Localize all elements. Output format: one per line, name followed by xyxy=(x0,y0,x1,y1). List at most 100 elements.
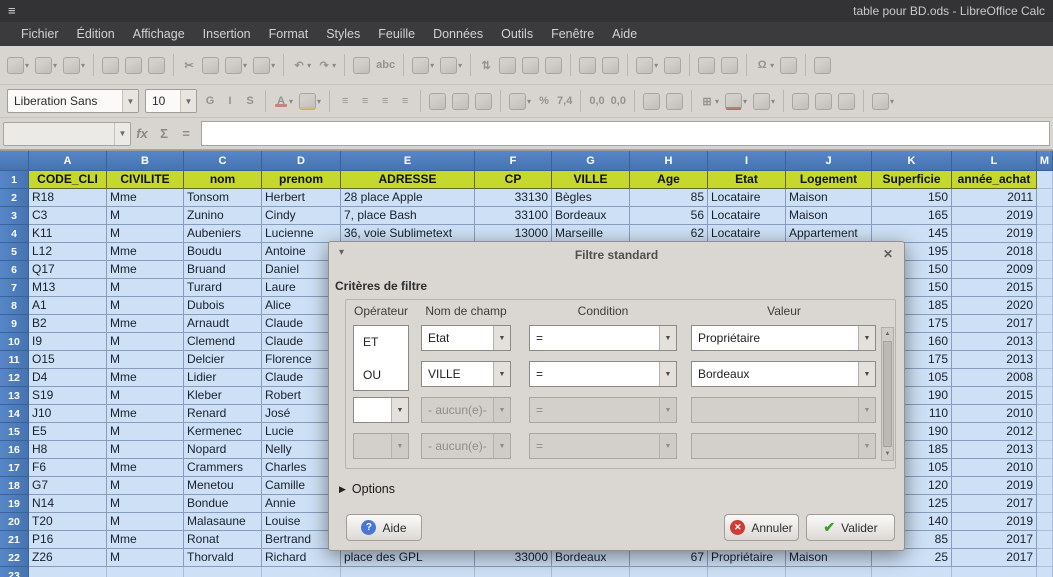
sort-icon[interactable]: ⇅ xyxy=(477,57,495,74)
cell[interactable]: M xyxy=(107,351,184,369)
row-header-9[interactable]: 9 xyxy=(0,315,29,333)
column-header-e[interactable]: E xyxy=(341,151,475,171)
row-header-20[interactable]: 20 xyxy=(0,513,29,531)
table-header-cell[interactable]: CP xyxy=(475,171,552,189)
cell[interactable] xyxy=(1037,567,1053,577)
center-vertically-icon[interactable] xyxy=(813,91,834,112)
cell[interactable]: 7, place Bash xyxy=(341,207,475,225)
underline-icon[interactable]: S xyxy=(241,93,259,109)
operator-option-et[interactable]: ET xyxy=(354,326,408,359)
name-box[interactable]: ▼ xyxy=(3,122,131,146)
cell[interactable]: 150 xyxy=(872,189,952,207)
add-decimal-icon[interactable]: 0,0 xyxy=(587,93,606,109)
cell[interactable]: 33130 xyxy=(475,189,552,207)
row-header-12[interactable]: 12 xyxy=(0,369,29,387)
cell[interactable] xyxy=(1037,315,1053,333)
formula-icon[interactable]: = xyxy=(175,126,197,141)
print-icon[interactable] xyxy=(123,55,144,76)
scrollbar-thumb[interactable] xyxy=(883,341,892,447)
sum-icon[interactable]: Σ xyxy=(153,126,175,141)
field-select-row1[interactable]: Etat▼ xyxy=(421,325,511,351)
condition-select-row2[interactable]: =▼ xyxy=(529,361,677,387)
cut-icon[interactable]: ✂ xyxy=(180,57,198,74)
cell[interactable]: M xyxy=(107,207,184,225)
align-top-icon[interactable] xyxy=(790,91,811,112)
cell[interactable]: Kermenec xyxy=(184,423,262,441)
condition-select-row3[interactable]: =▼ xyxy=(529,397,677,423)
cell[interactable]: 2019 xyxy=(952,477,1037,495)
row-header-6[interactable]: 6 xyxy=(0,261,29,279)
cell[interactable]: Maison xyxy=(786,189,872,207)
menu-item-3[interactable]: Insertion xyxy=(194,22,260,46)
dialog-title-bar[interactable]: Filtre standard xyxy=(329,242,904,268)
cell[interactable]: 2017 xyxy=(952,531,1037,549)
column-header-c[interactable]: C xyxy=(184,151,262,171)
field-select-row2[interactable]: VILLE▼ xyxy=(421,361,511,387)
cell[interactable]: Herbert xyxy=(262,189,341,207)
headers-footers-icon[interactable] xyxy=(719,55,740,76)
cell[interactable]: 2020 xyxy=(952,297,1037,315)
row-header-5[interactable]: 5 xyxy=(0,243,29,261)
cell[interactable] xyxy=(1037,513,1053,531)
italic-icon[interactable]: I xyxy=(221,93,239,109)
cell[interactable]: Zunino xyxy=(184,207,262,225)
column-header-i[interactable]: I xyxy=(708,151,786,171)
cell[interactable] xyxy=(1037,351,1053,369)
cell[interactable]: T20 xyxy=(29,513,107,531)
split-window-icon[interactable] xyxy=(662,55,683,76)
new-document-icon[interactable]: ▾ xyxy=(5,55,31,76)
cell[interactable]: Mme xyxy=(107,243,184,261)
cell[interactable]: Clemend xyxy=(184,333,262,351)
cell[interactable] xyxy=(1037,405,1053,423)
cell[interactable]: 85 xyxy=(630,189,708,207)
row-header-2[interactable]: 2 xyxy=(0,189,29,207)
row-header-22[interactable]: 22 xyxy=(0,549,29,567)
cell[interactable]: 2010 xyxy=(952,459,1037,477)
column-header-j[interactable]: J xyxy=(786,151,872,171)
menu-item-9[interactable]: Fenêtre xyxy=(542,22,603,46)
align-center-icon[interactable]: ≡ xyxy=(356,93,374,109)
open-file-icon[interactable]: ▾ xyxy=(33,55,59,76)
column-header-b[interactable]: B xyxy=(107,151,184,171)
cell[interactable]: 28 place Apple xyxy=(341,189,475,207)
insert-table-icon[interactable]: ▾ xyxy=(410,55,436,76)
cell[interactable]: 2010 xyxy=(952,405,1037,423)
cell[interactable]: Dubois xyxy=(184,297,262,315)
cell[interactable] xyxy=(630,567,708,577)
field-select-row3[interactable]: - aucun(e)-▼ xyxy=(421,397,511,423)
special-character-icon[interactable]: Ω▾ xyxy=(753,57,776,73)
cell[interactable]: Bruand xyxy=(184,261,262,279)
cell[interactable]: E5 xyxy=(29,423,107,441)
borders-icon[interactable]: ⊞▾ xyxy=(698,93,721,110)
cell[interactable]: Maison xyxy=(786,549,872,567)
find-replace-icon[interactable] xyxy=(351,55,372,76)
cell[interactable]: 165 xyxy=(872,207,952,225)
cell[interactable] xyxy=(708,567,786,577)
row-header-18[interactable]: 18 xyxy=(0,477,29,495)
cell[interactable]: 2019 xyxy=(952,207,1037,225)
cell[interactable] xyxy=(184,567,262,577)
table-header-cell[interactable]: prenom xyxy=(262,171,341,189)
sort-descending-icon[interactable] xyxy=(520,55,541,76)
menu-item-6[interactable]: Feuille xyxy=(369,22,424,46)
copy-icon[interactable] xyxy=(200,55,221,76)
align-left-icon[interactable]: ≡ xyxy=(336,93,354,109)
cell[interactable]: Menetou xyxy=(184,477,262,495)
row-header-4[interactable]: 4 xyxy=(0,225,29,243)
autofilter-icon[interactable] xyxy=(543,55,564,76)
cell[interactable] xyxy=(1037,387,1053,405)
spelling-icon[interactable]: abc xyxy=(374,57,397,73)
value-combo-row2[interactable]: Bordeaux▼ xyxy=(691,361,876,387)
cell[interactable]: 2017 xyxy=(952,549,1037,567)
cell[interactable]: S19 xyxy=(29,387,107,405)
menu-item-0[interactable]: Fichier xyxy=(12,22,68,46)
bold-icon[interactable]: G xyxy=(201,93,219,109)
cell[interactable]: Maison xyxy=(786,207,872,225)
cell[interactable] xyxy=(1037,531,1053,549)
cell[interactable]: Turard xyxy=(184,279,262,297)
table-header-cell[interactable]: Superficie xyxy=(872,171,952,189)
undo-icon[interactable]: ↶▾ xyxy=(290,57,313,74)
draw-functions-icon[interactable] xyxy=(812,55,833,76)
cell[interactable]: 2008 xyxy=(952,369,1037,387)
cell[interactable] xyxy=(1037,189,1053,207)
